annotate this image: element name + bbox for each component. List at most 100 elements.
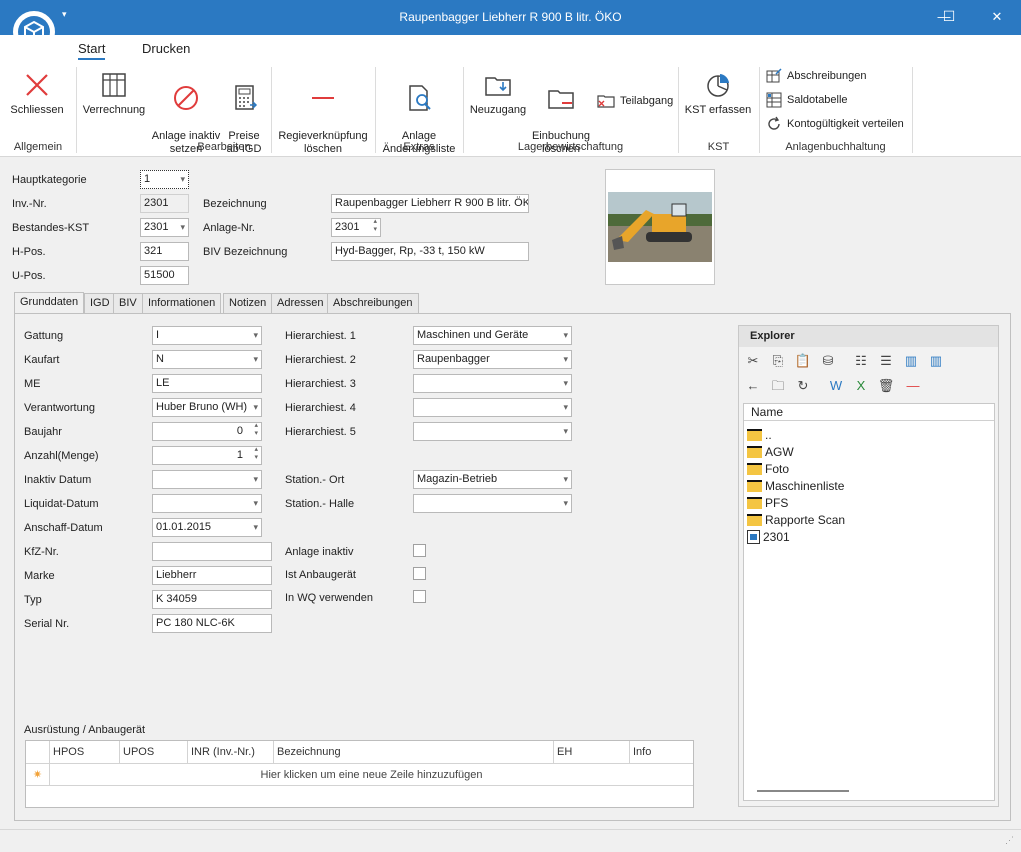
copy-icon[interactable]: ⎘ xyxy=(769,352,787,370)
new-row-button[interactable]: Hier klicken um eine neue Zeile hinzuzuf… xyxy=(50,764,693,786)
hpos-field[interactable]: 321 xyxy=(140,242,189,261)
me-field[interactable]: LE xyxy=(152,374,262,393)
grid-icon xyxy=(766,92,782,108)
hierarchiest-4-select[interactable] xyxy=(413,398,572,417)
bestandes-kst-select[interactable]: 2301 xyxy=(140,218,189,237)
tab-biv[interactable]: BIV xyxy=(113,293,143,314)
station-halle-select[interactable] xyxy=(413,494,572,513)
abschreibungen-button[interactable]: Abschreibungen xyxy=(766,68,867,84)
kfz-nr-field[interactable] xyxy=(152,542,272,561)
liquidat-datum-picker[interactable] xyxy=(152,494,262,513)
col-upos[interactable]: UPOS xyxy=(120,741,188,764)
explorer-file-list: Name .. AGW Foto Maschinenliste PFS Rapp… xyxy=(743,403,995,801)
marke-field[interactable]: Liebherr xyxy=(152,566,272,585)
calculator-icon xyxy=(235,85,258,110)
excel-icon[interactable]: X xyxy=(852,377,870,395)
hierarchiest-3-select[interactable] xyxy=(413,374,572,393)
back-arrow-icon[interactable]: ← xyxy=(744,377,762,395)
schliessen-label: Schliessen xyxy=(10,104,64,116)
station-ort-label: Station.- Ort xyxy=(285,474,345,486)
minus-icon xyxy=(312,97,334,99)
teilabgang-button[interactable]: Teilabgang xyxy=(597,93,673,109)
close-window-button[interactable]: ✕ xyxy=(982,6,1012,28)
kontogueltigkeit-button[interactable]: Kontogültigkeit verteilen xyxy=(766,116,904,132)
bezeichnung-field[interactable]: Raupenbagger Liebherr R 900 B litr. ÖKO xyxy=(331,194,529,213)
col-bezeichnung[interactable]: Bezeichnung xyxy=(274,741,554,764)
view-list-icon[interactable]: ☷ xyxy=(852,352,870,370)
biv-bezeichnung-field[interactable]: Hyd-Bagger, Rp, -33 t, 150 kW xyxy=(331,242,529,261)
tab-grunddaten[interactable]: Grunddaten xyxy=(14,292,85,314)
explorer-col-name[interactable]: Name xyxy=(744,404,994,421)
cut-icon[interactable]: ✂ xyxy=(744,352,762,370)
inaktiv-datum-picker[interactable] xyxy=(152,470,262,489)
horizontal-scrollbar[interactable] xyxy=(757,790,849,792)
hierarchiest-1-select[interactable]: Maschinen und Geräte xyxy=(413,326,572,345)
list-item-label: 2301 xyxy=(763,529,790,544)
anschaff-datum-label: Anschaff-Datum xyxy=(24,522,103,534)
station-ort-select[interactable]: Magazin-Betrieb xyxy=(413,470,572,489)
kaufart-select[interactable]: N xyxy=(152,350,262,369)
list-item[interactable]: 2301 xyxy=(747,528,790,545)
word-icon[interactable]: W xyxy=(827,377,845,395)
col-info[interactable]: Info xyxy=(630,741,693,764)
list-item[interactable]: Maschinenliste xyxy=(747,477,844,494)
list-item[interactable]: .. xyxy=(747,426,772,443)
delete-icon[interactable]: 🗑 xyxy=(877,377,895,395)
wq-checkbox[interactable] xyxy=(413,590,426,603)
verantwortung-select[interactable]: Huber Bruno (WH) xyxy=(152,398,262,417)
new-folder-icon[interactable]: 🗀 xyxy=(769,377,787,395)
upos-field[interactable]: 51500 xyxy=(140,266,189,285)
hauptkategorie-select[interactable]: 1 xyxy=(140,170,189,189)
kst-erfassen-button[interactable]: KST erfassen xyxy=(682,70,754,117)
database-icon[interactable]: ⛁ xyxy=(819,352,837,370)
resize-grip-icon[interactable]: ⋰ xyxy=(1005,835,1014,846)
serial-nr-field[interactable]: PC 180 NLC-6K xyxy=(152,614,272,633)
list-item[interactable]: Foto xyxy=(747,460,789,477)
ausruestung-grid: HPOS UPOS INR (Inv.-Nr.) Bezeichnung EH … xyxy=(25,740,694,808)
gattung-select[interactable]: I xyxy=(152,326,262,345)
list-item[interactable]: PFS xyxy=(747,494,788,511)
list-item[interactable]: Rapporte Scan xyxy=(747,511,845,528)
tab-notizen[interactable]: Notizen xyxy=(223,293,273,314)
anlage-inaktiv-checkbox[interactable] xyxy=(413,544,426,557)
remove-icon[interactable]: — xyxy=(904,377,922,395)
anlage-nr-spinner[interactable]: 2301 xyxy=(331,218,381,237)
tab-igd[interactable]: IGD xyxy=(84,293,116,314)
saldotabelle-button[interactable]: Saldotabelle xyxy=(766,92,848,108)
paste-icon[interactable]: 📋 xyxy=(794,352,812,370)
view-columns-icon[interactable]: ▥ xyxy=(927,352,945,370)
inv-nr-field[interactable]: 2301 xyxy=(140,194,189,213)
neuzugang-button[interactable]: Neuzugang xyxy=(468,70,528,117)
quick-access-arrow[interactable]: ▾ xyxy=(62,9,67,20)
verrechnung-button[interactable]: Verrechnung xyxy=(80,70,148,117)
upos-label: U-Pos. xyxy=(12,270,46,282)
refresh-icon[interactable]: ↻ xyxy=(794,377,812,395)
equipment-photo[interactable] xyxy=(605,169,715,285)
maximize-button[interactable]: ☐ xyxy=(934,5,964,27)
anzahl-spinner[interactable]: 1 xyxy=(152,446,262,465)
tab-abschreibungen[interactable]: Abschreibungen xyxy=(327,293,419,314)
col-inr[interactable]: INR (Inv.-Nr.) xyxy=(188,741,274,764)
hierarchiest-2-select[interactable]: Raupenbagger xyxy=(413,350,572,369)
tab-adressen[interactable]: Adressen xyxy=(271,293,330,314)
folder-x-icon xyxy=(597,95,615,108)
baujahr-spinner[interactable]: 0 xyxy=(152,422,262,441)
view-details-icon[interactable]: ☰ xyxy=(877,352,895,370)
tab-start[interactable]: Start xyxy=(78,41,106,60)
schliessen-button[interactable]: Schliessen xyxy=(8,70,66,117)
list-item[interactable]: AGW xyxy=(747,443,794,460)
hierarchiest-5-select[interactable] xyxy=(413,422,572,441)
typ-field[interactable]: K 34059 xyxy=(152,590,272,609)
verrechnung-label: Verrechnung xyxy=(82,104,146,116)
col-eh[interactable]: EH xyxy=(554,741,630,764)
anbaugeraet-checkbox[interactable] xyxy=(413,567,426,580)
hierarchiest-4-label: Hierarchiest. 4 xyxy=(285,402,356,414)
tab-informationen[interactable]: Informationen xyxy=(142,293,222,314)
col-hpos[interactable]: HPOS xyxy=(50,741,120,764)
tab-drucken[interactable]: Drucken xyxy=(142,41,190,56)
view-tiles-icon[interactable]: ▥ xyxy=(902,352,920,370)
list-item-label: AGW xyxy=(765,444,794,459)
anschaff-datum-picker[interactable]: 01.01.2015 xyxy=(152,518,262,537)
anlage-nr-label: Anlage-Nr. xyxy=(203,222,255,234)
kst-erfassen-label: KST erfassen xyxy=(684,104,752,116)
